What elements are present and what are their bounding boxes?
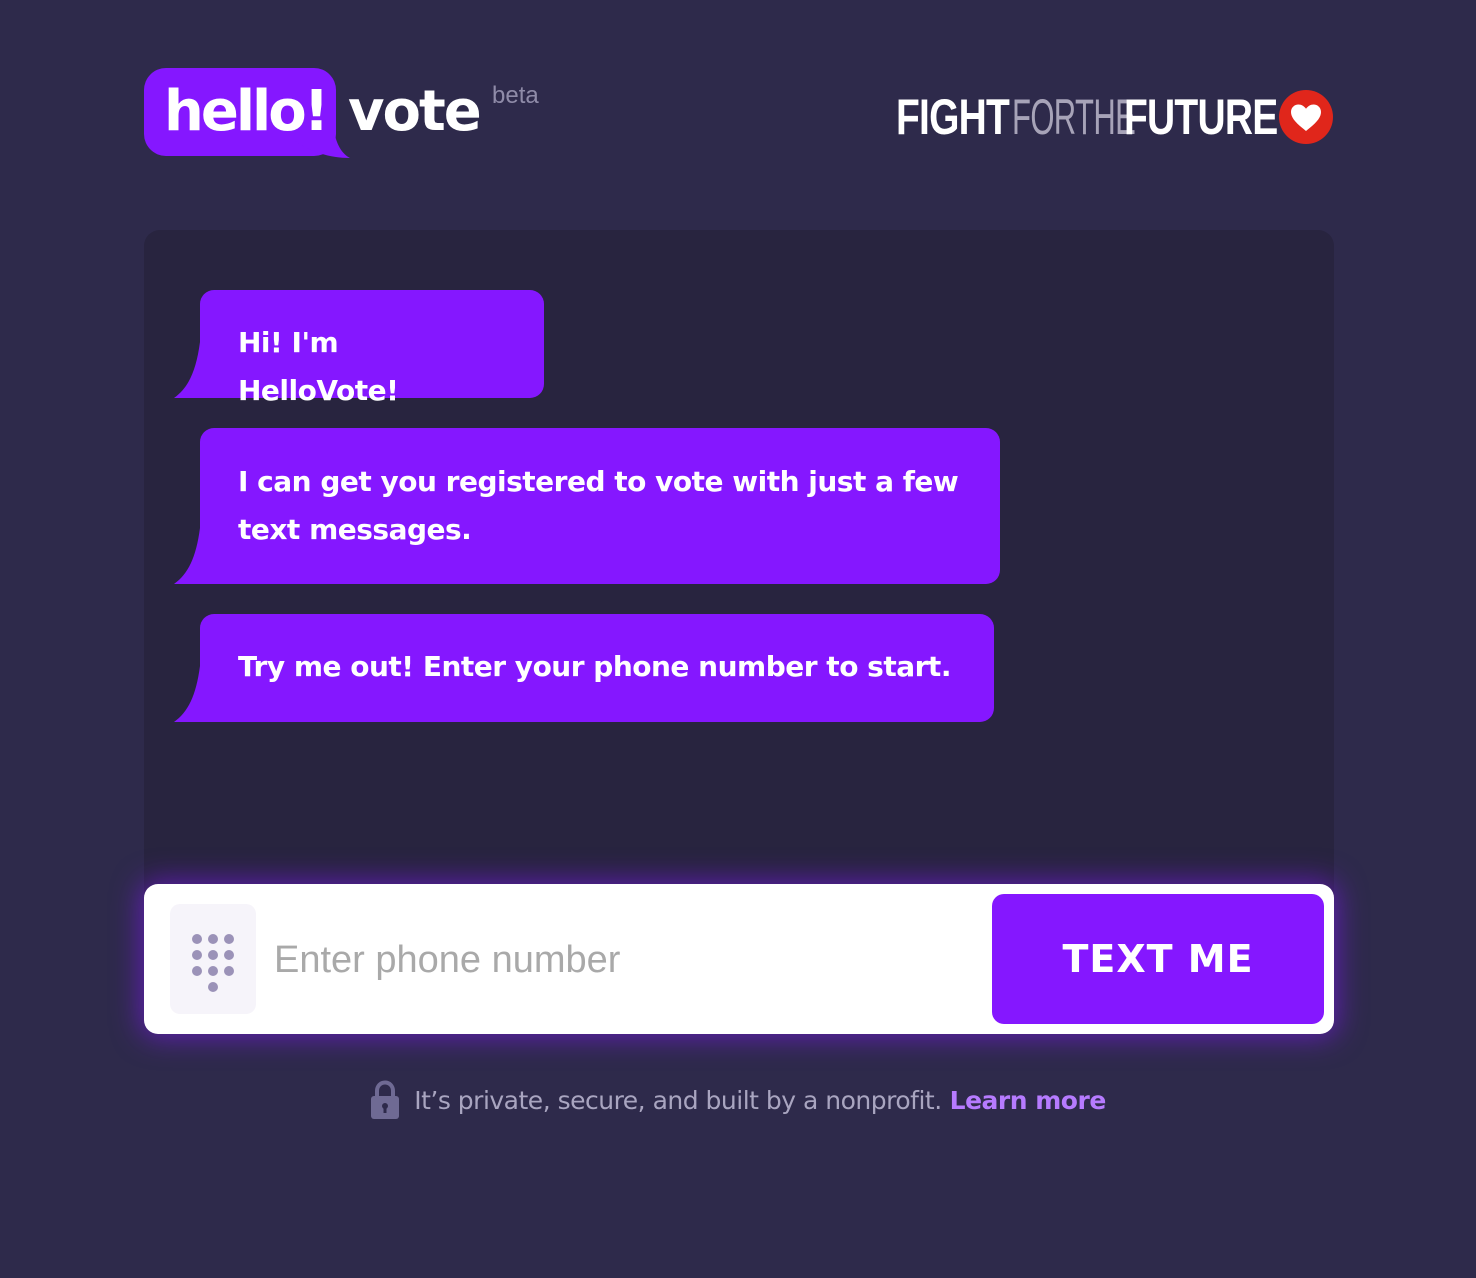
bubble-tail (174, 342, 214, 398)
logo-vote-text: vote (348, 79, 482, 144)
bubble-tail (174, 528, 214, 584)
beta-label: beta (492, 82, 539, 109)
lock-icon (371, 1080, 400, 1119)
hellovote-logo[interactable]: hello! vote beta (144, 68, 564, 168)
privacy-text: It’s private, secure, and built by a non… (414, 1085, 942, 1115)
chat-message-text: I can get you registered to vote with ju… (238, 465, 959, 546)
fftf-word-future: FUTURE (1124, 89, 1278, 145)
bubble-tail (174, 666, 214, 722)
chat-message: I can get you registered to vote with ju… (174, 428, 1000, 584)
fftf-word-fight: FIGHT (896, 89, 1010, 145)
text-me-button[interactable]: TEXT ME (992, 894, 1324, 1024)
keypad-icon-box (170, 904, 256, 1014)
logo-hello-text: hello! (164, 79, 329, 144)
chat-panel: Hi! I'm HelloVote! I can get you registe… (144, 230, 1334, 950)
keypad-icon (192, 934, 234, 992)
fight-for-the-future-logo[interactable]: FIGHT FORTHE FUTURE (896, 88, 1334, 146)
privacy-note: It’s private, secure, and built by a non… (0, 1080, 1476, 1120)
fftf-word-forthe: FORTHE (1012, 89, 1136, 145)
learn-more-link[interactable]: Learn more (950, 1086, 1107, 1115)
chat-message-text: Hi! I'm HelloVote! (238, 326, 399, 407)
heart-icon (1279, 90, 1333, 144)
phone-number-input[interactable] (272, 924, 976, 996)
chat-message: Hi! I'm HelloVote! (174, 290, 544, 407)
phone-signup-form: TEXT ME (144, 884, 1334, 1034)
chat-message-text: Try me out! Enter your phone number to s… (238, 650, 951, 683)
chat-message: Try me out! Enter your phone number to s… (174, 614, 994, 722)
